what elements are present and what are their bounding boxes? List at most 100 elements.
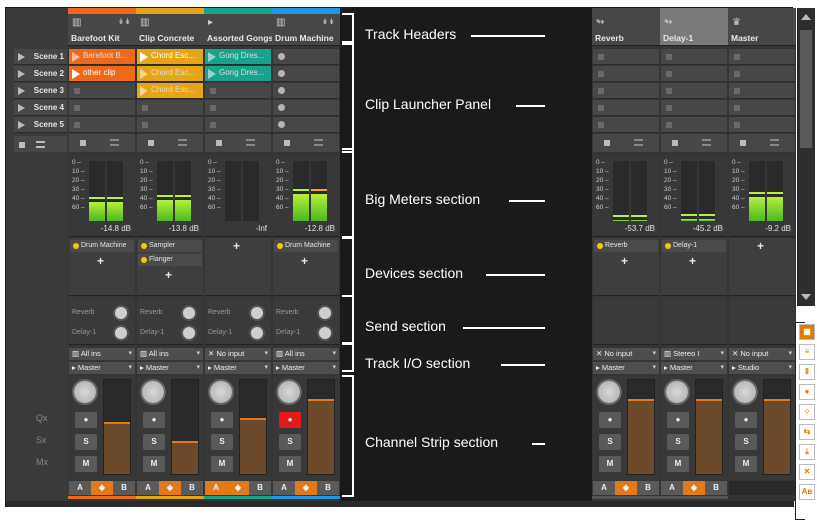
mute-button[interactable]: M <box>75 456 97 472</box>
clip-slot[interactable] <box>661 83 727 99</box>
stop-icon[interactable] <box>148 140 154 146</box>
clip-slot[interactable] <box>729 117 795 133</box>
clip-slot[interactable] <box>661 66 727 82</box>
stop-clip-button[interactable] <box>729 134 795 152</box>
clip-slot[interactable] <box>205 100 271 116</box>
stop-clip-button[interactable] <box>273 134 339 152</box>
pause-icon[interactable]: Ⅱ <box>799 364 815 380</box>
clip-slot[interactable]: Chord Esc... <box>137 83 203 99</box>
crossfade-b-button[interactable]: B <box>705 481 727 495</box>
add-device-icon[interactable]: + <box>165 268 172 282</box>
stop-icon[interactable] <box>672 140 678 146</box>
clip-slot[interactable] <box>661 49 727 65</box>
pan-knob[interactable] <box>664 379 690 405</box>
track-name[interactable]: Clip Concrete <box>139 33 204 43</box>
scene-play-icon[interactable] <box>18 104 25 112</box>
scene-launch-3[interactable]: Scene 3 <box>14 83 67 99</box>
clip-slot[interactable]: Gong Dres... <box>205 66 271 82</box>
sound-cue-icon[interactable]: Qx <box>36 413 48 423</box>
pan-knob[interactable] <box>140 379 166 405</box>
send-knob[interactable] <box>317 325 333 341</box>
clip-slot[interactable] <box>273 117 339 133</box>
crossfade-center-button[interactable]: ◆ <box>227 481 249 495</box>
track-output-select[interactable]: ▸ Master ▾ <box>661 362 727 374</box>
stop-icon[interactable] <box>604 140 610 146</box>
track-input-select[interactable]: ✕ No input ▾ <box>593 348 659 360</box>
expand-icon[interactable]: ⇆ <box>799 424 815 440</box>
dots-icon[interactable]: ⁘ <box>799 404 815 420</box>
stop-icon[interactable] <box>216 140 222 146</box>
clip-slot[interactable] <box>729 83 795 99</box>
add-device-icon[interactable]: + <box>97 254 104 268</box>
pan-knob[interactable] <box>208 379 234 405</box>
clip-slot[interactable] <box>661 100 727 116</box>
scene-play-icon[interactable] <box>18 70 25 78</box>
crossfade-center-button[interactable]: ◆ <box>615 481 637 495</box>
crossfade-a-button[interactable]: A <box>593 481 615 495</box>
crossfade-a-button[interactable]: A <box>69 481 91 495</box>
record-arm-button[interactable]: ● <box>599 412 621 428</box>
volume-fader[interactable] <box>307 379 335 475</box>
grid-icon[interactable]: ▦ <box>799 324 815 340</box>
clip-options-icon[interactable] <box>702 139 711 146</box>
crossfade-b-button[interactable]: B <box>113 481 135 495</box>
send-knob[interactable] <box>113 305 129 321</box>
track-input-select[interactable]: ▥ All ins ▾ <box>273 348 339 360</box>
crossfade-center-button[interactable]: ◆ <box>159 481 181 495</box>
volume-fader[interactable] <box>695 379 723 475</box>
crossfade-a-button[interactable]: A <box>137 481 159 495</box>
solo-button[interactable]: S <box>279 434 301 450</box>
record-arm-button[interactable]: ● <box>667 412 689 428</box>
stop-clip-button[interactable] <box>661 134 727 152</box>
clip-slot[interactable] <box>137 100 203 116</box>
clip-slot[interactable] <box>729 49 795 65</box>
add-device-icon[interactable]: + <box>689 254 696 268</box>
track-name[interactable]: Assorted Gongs <box>207 33 272 43</box>
device-chip[interactable]: Delay-1 <box>662 240 726 252</box>
clip-slot[interactable] <box>593 100 659 116</box>
clip-slot[interactable] <box>729 100 795 116</box>
scene-play-icon[interactable] <box>18 87 25 95</box>
clip-slot[interactable] <box>69 100 135 116</box>
track-header[interactable]: ▥ Clip Concrete <box>136 8 204 46</box>
stop-icon[interactable] <box>80 140 86 146</box>
mute-button[interactable]: M <box>599 456 621 472</box>
clip-options-icon[interactable] <box>314 139 323 146</box>
track-output-select[interactable]: ▸ Master ▾ <box>205 362 271 374</box>
track-name[interactable]: Drum Machine <box>275 33 340 43</box>
clip-options-icon[interactable] <box>178 139 187 146</box>
clip-slot[interactable]: Chord Esc... <box>137 66 203 82</box>
volume-fader[interactable] <box>627 379 655 475</box>
clip-slot[interactable]: Gong Dres... <box>205 49 271 65</box>
clip-slot[interactable] <box>661 117 727 133</box>
launch-options-icon[interactable] <box>36 141 45 148</box>
clip-slot[interactable] <box>593 117 659 133</box>
crossfade-a-button[interactable]: A <box>273 481 295 495</box>
solo-button[interactable]: S <box>143 434 165 450</box>
solo-button[interactable]: S <box>75 434 97 450</box>
crossfade-a-button[interactable]: A <box>661 481 683 495</box>
clip-options-icon[interactable] <box>634 139 643 146</box>
stop-clip-button[interactable] <box>205 134 271 152</box>
clip-slot[interactable] <box>205 83 271 99</box>
send-knob[interactable] <box>181 305 197 321</box>
solo-button[interactable]: S <box>667 434 689 450</box>
volume-fader[interactable] <box>103 379 131 475</box>
clip-slot[interactable] <box>273 83 339 99</box>
track-input-select[interactable]: ▥ Stereo I ▾ <box>661 348 727 360</box>
volume-fader[interactable] <box>763 379 791 475</box>
record-arm-button[interactable]: ● <box>143 412 165 428</box>
pan-knob[interactable] <box>596 379 622 405</box>
scroll-thumb[interactable] <box>800 30 812 148</box>
track-input-select[interactable]: ✕ No input ▾ <box>205 348 271 360</box>
clip-slot[interactable] <box>69 83 135 99</box>
crossfade-b-button[interactable]: B <box>637 481 659 495</box>
track-name[interactable]: Reverb <box>595 33 660 43</box>
crossfade-b-button[interactable]: B <box>181 481 203 495</box>
ab-icon[interactable]: Aʙ <box>799 484 815 500</box>
stop-icon[interactable] <box>740 140 746 146</box>
clip-slot[interactable] <box>593 49 659 65</box>
clip-slot[interactable] <box>137 117 203 133</box>
device-chip[interactable]: Flanger <box>138 254 202 266</box>
pan-knob[interactable] <box>72 379 98 405</box>
